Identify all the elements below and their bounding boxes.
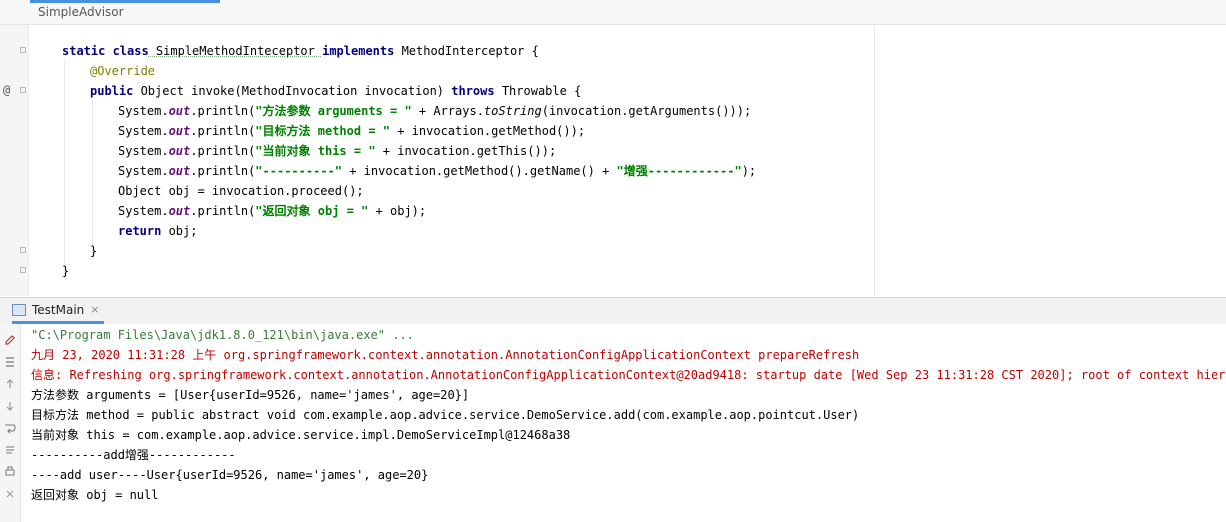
code-line[interactable]: Object obj = invocation.proceed(); — [118, 181, 364, 201]
code-field: out — [168, 164, 191, 178]
code-text: + obj); — [368, 204, 427, 218]
code-text: System. — [118, 204, 169, 218]
code-editor[interactable]: @ static class SimpleMethodInteceptor im… — [0, 25, 1226, 296]
breadcrumb-item[interactable]: SimpleAdvisor — [38, 5, 124, 19]
code-string: "当前对象 this = " — [255, 144, 376, 158]
sort-icon[interactable] — [2, 354, 18, 370]
code-line[interactable]: return obj; — [118, 221, 197, 241]
code-text: (invocation.getArguments())); — [541, 104, 752, 118]
code-string: "----------" — [255, 164, 342, 178]
code-line[interactable]: public Object invoke(MethodInvocation in… — [90, 81, 581, 101]
console-toolbar — [0, 324, 21, 522]
code-text: Object obj = invocation.proceed(); — [118, 184, 364, 198]
code-line[interactable]: System.out.println("方法参数 arguments = " +… — [118, 101, 751, 121]
run-tab-label: TestMain — [32, 302, 85, 317]
run-tab-testmain[interactable]: TestMain × — [12, 298, 104, 324]
code-static-method: toString — [483, 104, 542, 118]
scroll-to-end-icon[interactable] — [2, 442, 18, 458]
code-text: ); — [741, 164, 757, 178]
fold-marker-icon[interactable] — [20, 87, 26, 93]
code-line[interactable]: } — [62, 261, 69, 281]
fold-marker-icon[interactable] — [20, 247, 26, 253]
console-line: ----add user----User{userId=9526, name='… — [31, 468, 429, 482]
code-string: "返回对象 obj = " — [255, 204, 369, 218]
code-keyword: public — [90, 84, 134, 98]
fold-marker-icon[interactable] — [20, 267, 26, 273]
breadcrumb-bar: SimpleAdvisor — [0, 0, 1226, 25]
console-line: 方法参数 arguments = [User{userId=9526, name… — [31, 388, 470, 402]
console-line: 目标方法 method = public abstract void com.e… — [31, 408, 860, 422]
indent-guide — [64, 59, 65, 275]
right-margin-guide — [874, 25, 875, 296]
indent-guide — [92, 99, 93, 255]
code-text: Throwable { — [494, 84, 582, 98]
console-line: 返回对象 obj = null — [31, 488, 159, 502]
code-field: out — [168, 104, 191, 118]
print-icon[interactable] — [2, 464, 18, 480]
code-text: System. — [118, 104, 169, 118]
console-line: 信息: Refreshing org.springframework.conte… — [31, 368, 1226, 382]
code-line[interactable]: @Override — [90, 61, 155, 81]
code-field: out — [168, 204, 191, 218]
code-annotation: @Override — [90, 64, 156, 78]
code-line[interactable]: System.out.println("----------" + invoca… — [118, 161, 756, 181]
code-text: obj; — [161, 224, 198, 238]
clear-icon[interactable] — [2, 486, 18, 502]
run-panel-header: TestMain × — [0, 297, 1226, 325]
code-text: + Arrays. — [411, 104, 484, 118]
fold-marker-icon[interactable] — [20, 47, 26, 53]
edit-config-icon[interactable] — [2, 332, 18, 348]
code-keyword: throws — [451, 84, 495, 98]
code-line[interactable]: System.out.println("当前对象 this = " + invo… — [118, 141, 556, 161]
code-keyword: return — [118, 224, 162, 238]
code-text: + invocation.getThis()); — [375, 144, 557, 158]
code-text: .println( — [190, 144, 256, 158]
code-line[interactable]: System.out.println("目标方法 method = " + in… — [118, 121, 585, 141]
code-text: .println( — [190, 104, 256, 118]
code-text: MethodInterceptor { — [394, 44, 539, 58]
code-text: System. — [118, 164, 169, 178]
code-keyword: implements — [322, 44, 395, 58]
code-text: Object invoke(MethodInvocation invocatio… — [133, 84, 452, 98]
arrow-up-icon[interactable] — [2, 376, 18, 392]
code-text: .println( — [190, 204, 256, 218]
soft-wrap-icon[interactable] — [2, 420, 18, 436]
code-field: out — [168, 124, 191, 138]
code-identifier: SimpleMethodInteceptor — [148, 44, 323, 58]
code-text: System. — [118, 124, 169, 138]
code-string: "增强------------" — [616, 164, 742, 178]
console-line: 九月 23, 2020 11:31:28 上午 org.springframew… — [31, 348, 860, 362]
code-text: .println( — [190, 124, 256, 138]
code-line[interactable]: } — [90, 241, 97, 261]
code-text: .println( — [190, 164, 256, 178]
close-icon[interactable]: × — [90, 303, 99, 316]
console-line: 当前对象 this = com.example.aop.advice.servi… — [31, 428, 571, 442]
code-keyword: static class — [62, 44, 149, 58]
code-text: + invocation.getMethod()); — [390, 124, 586, 138]
run-console[interactable]: "C:\Program Files\Java\jdk1.8.0_121\bin\… — [0, 324, 1226, 522]
code-text: System. — [118, 144, 169, 158]
code-text: } — [62, 264, 70, 278]
console-line: "C:\Program Files\Java\jdk1.8.0_121\bin\… — [31, 328, 414, 342]
code-text: } — [90, 244, 98, 258]
arrow-down-icon[interactable] — [2, 398, 18, 414]
active-tab-indicator — [30, 0, 220, 3]
run-config-icon — [12, 303, 26, 316]
override-marker-icon[interactable]: @ — [3, 83, 10, 97]
code-field: out — [168, 144, 191, 158]
code-line[interactable]: static class SimpleMethodInteceptor impl… — [62, 41, 539, 61]
code-string: "方法参数 arguments = " — [255, 104, 412, 118]
code-line[interactable]: System.out.println("返回对象 obj = " + obj); — [118, 201, 426, 221]
editor-gutter[interactable]: @ — [0, 25, 29, 296]
code-string: "目标方法 method = " — [255, 124, 390, 138]
code-text: + invocation.getMethod().getName() + — [342, 164, 617, 178]
console-line: ----------add增强------------ — [31, 448, 236, 462]
